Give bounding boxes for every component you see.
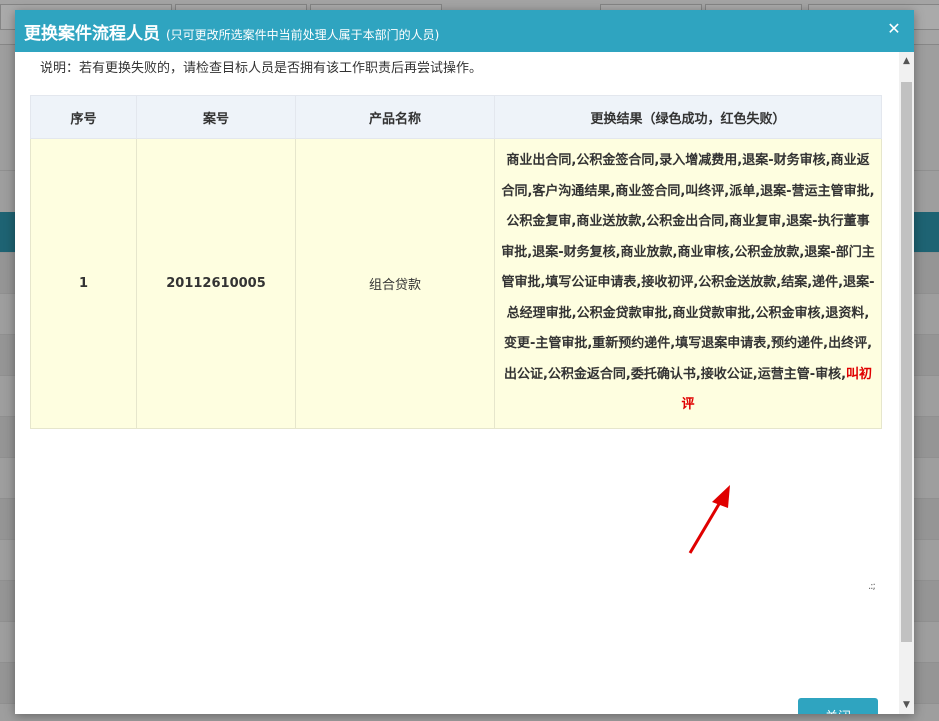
- red-arrow-annotation: [688, 485, 730, 554]
- arrow-shaft: [688, 498, 724, 554]
- arrow-head: [712, 485, 730, 508]
